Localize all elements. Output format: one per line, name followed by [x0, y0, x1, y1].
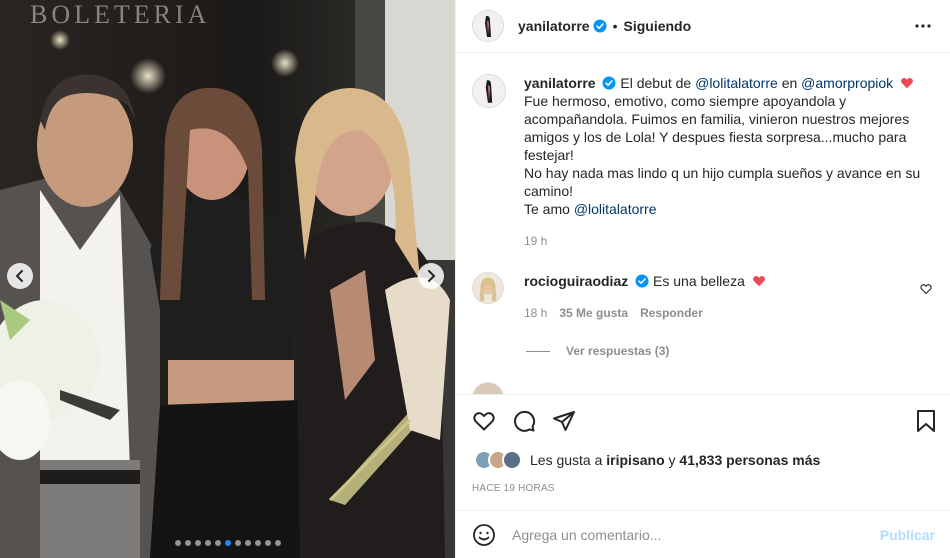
following-button[interactable]: Siguiendo	[624, 18, 692, 34]
comment-content: rocioguiraodiaz Es una belleza 18 h 35 M…	[524, 272, 904, 322]
carousel-dot	[244, 540, 251, 546]
carousel-dot	[174, 540, 181, 546]
avatar-image-icon	[473, 11, 503, 41]
view-replies-label: Ver respuestas (3)	[566, 344, 670, 358]
comment-age[interactable]: 18 h	[524, 304, 547, 322]
carousel-dot	[204, 540, 211, 546]
reply-button[interactable]: Responder	[640, 304, 703, 322]
heart-outline-icon	[920, 284, 932, 295]
liker-avatars	[474, 450, 522, 470]
comment-like-button[interactable]	[920, 282, 932, 298]
replies-divider	[526, 350, 550, 352]
background-sign: BOLETERIA	[30, 0, 211, 29]
verified-badge-icon	[635, 274, 649, 288]
comment-input[interactable]: Agrega un comentario...	[512, 527, 880, 543]
author-avatar[interactable]	[472, 10, 504, 42]
comments-section[interactable]: yanilatorre El debut de @lolitalatorre e…	[456, 54, 950, 394]
red-heart-emoji-icon	[752, 276, 765, 287]
comment-bubble-icon	[514, 410, 536, 432]
caption-intro: El debut de	[620, 75, 692, 91]
verified-badge-icon	[593, 19, 607, 33]
caption-username[interactable]: yanilatorre	[524, 75, 596, 91]
header-separator: •	[612, 18, 618, 34]
emoji-button[interactable]	[472, 523, 496, 547]
author-username[interactable]: yanilatorre	[518, 18, 590, 34]
comment-item: rocioguiraodiaz Es una belleza 18 h 35 M…	[472, 272, 942, 322]
caption-age[interactable]: 19 h	[524, 232, 944, 250]
next-slide-button[interactable]	[418, 263, 444, 289]
caption-body-2: No hay nada mas lindo q un hijo cumpla s…	[524, 165, 921, 199]
carousel-dot	[184, 540, 191, 546]
avatar-image-icon	[473, 75, 505, 107]
carousel-dot-active	[224, 540, 231, 546]
likes-others[interactable]: 41,833 personas más	[679, 452, 820, 468]
comment-likes[interactable]: 35 Me gusta	[559, 304, 628, 322]
like-button[interactable]	[472, 409, 496, 433]
post-caption: yanilatorre El debut de @lolitalatorre e…	[472, 74, 944, 250]
mention-link[interactable]: @lolitalatorre	[695, 75, 778, 91]
mention-link[interactable]: @lolitalatorre	[574, 201, 657, 217]
publish-button[interactable]: Publicar	[880, 527, 935, 543]
photo-illustration	[0, 0, 455, 558]
send-paper-plane-icon	[553, 411, 575, 431]
carousel-indicator	[0, 540, 455, 546]
instagram-post: BOLETERIA yanilatorre • Siguiendo yanila…	[0, 0, 950, 558]
caption-text: yanilatorre El debut de @lolitalatorre e…	[524, 74, 944, 250]
likes-prefix: Les gusta a	[530, 452, 603, 468]
chevron-right-icon	[428, 270, 436, 282]
carousel-dot	[214, 540, 221, 546]
post-header: yanilatorre • Siguiendo	[456, 0, 950, 53]
likes-connector: y	[668, 452, 676, 468]
save-button[interactable]	[915, 409, 937, 436]
carousel-dot	[234, 540, 241, 546]
emoji-smiley-icon	[473, 523, 495, 546]
caption-author-avatar[interactable]	[472, 74, 506, 108]
post-actions-section: Les gusta a iripisano y 41,833 personas …	[456, 394, 950, 504]
commenter-avatar[interactable]	[472, 382, 504, 394]
post-side-panel: yanilatorre • Siguiendo yanilatorre El d…	[455, 0, 950, 558]
likes-summary[interactable]: Les gusta a iripisano y 41,833 personas …	[474, 450, 820, 470]
action-bar	[472, 409, 576, 433]
next-comment-peek	[472, 382, 504, 394]
post-timestamp[interactable]: HACE 19 HORAS	[472, 483, 555, 494]
mention-link[interactable]: @amorpropiok	[801, 75, 893, 91]
add-comment-bar: Agrega un comentario... Publicar	[456, 510, 950, 558]
carousel-dot	[194, 540, 201, 546]
verified-badge-icon	[602, 76, 616, 90]
chevron-left-icon	[15, 270, 23, 282]
post-photo[interactable]: BOLETERIA	[0, 0, 455, 558]
caption-body: Fue hermoso, emotivo, como siempre apoya…	[524, 93, 910, 163]
view-replies-button[interactable]: Ver respuestas (3)	[526, 344, 669, 358]
liker-avatar	[502, 450, 522, 470]
previous-slide-button[interactable]	[7, 263, 33, 289]
comment-button[interactable]	[512, 409, 536, 433]
share-button[interactable]	[552, 409, 576, 433]
comment-text: Es una belleza	[653, 273, 745, 289]
caption-closing: Te amo	[524, 201, 570, 217]
comment-username[interactable]: rocioguiraodiaz	[524, 273, 628, 289]
likes-first-user[interactable]: iripisano	[606, 452, 664, 468]
heart-icon	[473, 412, 495, 431]
avatar-image-icon	[473, 273, 503, 303]
carousel-dot	[254, 540, 261, 546]
commenter-avatar[interactable]	[472, 272, 504, 304]
caption-connector: en	[781, 75, 798, 91]
more-options-button[interactable]	[911, 14, 935, 41]
carousel-dot	[264, 540, 271, 546]
bookmark-icon	[917, 410, 935, 432]
comment-meta: 18 h 35 Me gusta Responder	[524, 304, 904, 322]
more-horizontal-icon	[915, 24, 931, 28]
carousel-dot	[274, 540, 281, 546]
red-heart-emoji-icon	[901, 78, 913, 89]
